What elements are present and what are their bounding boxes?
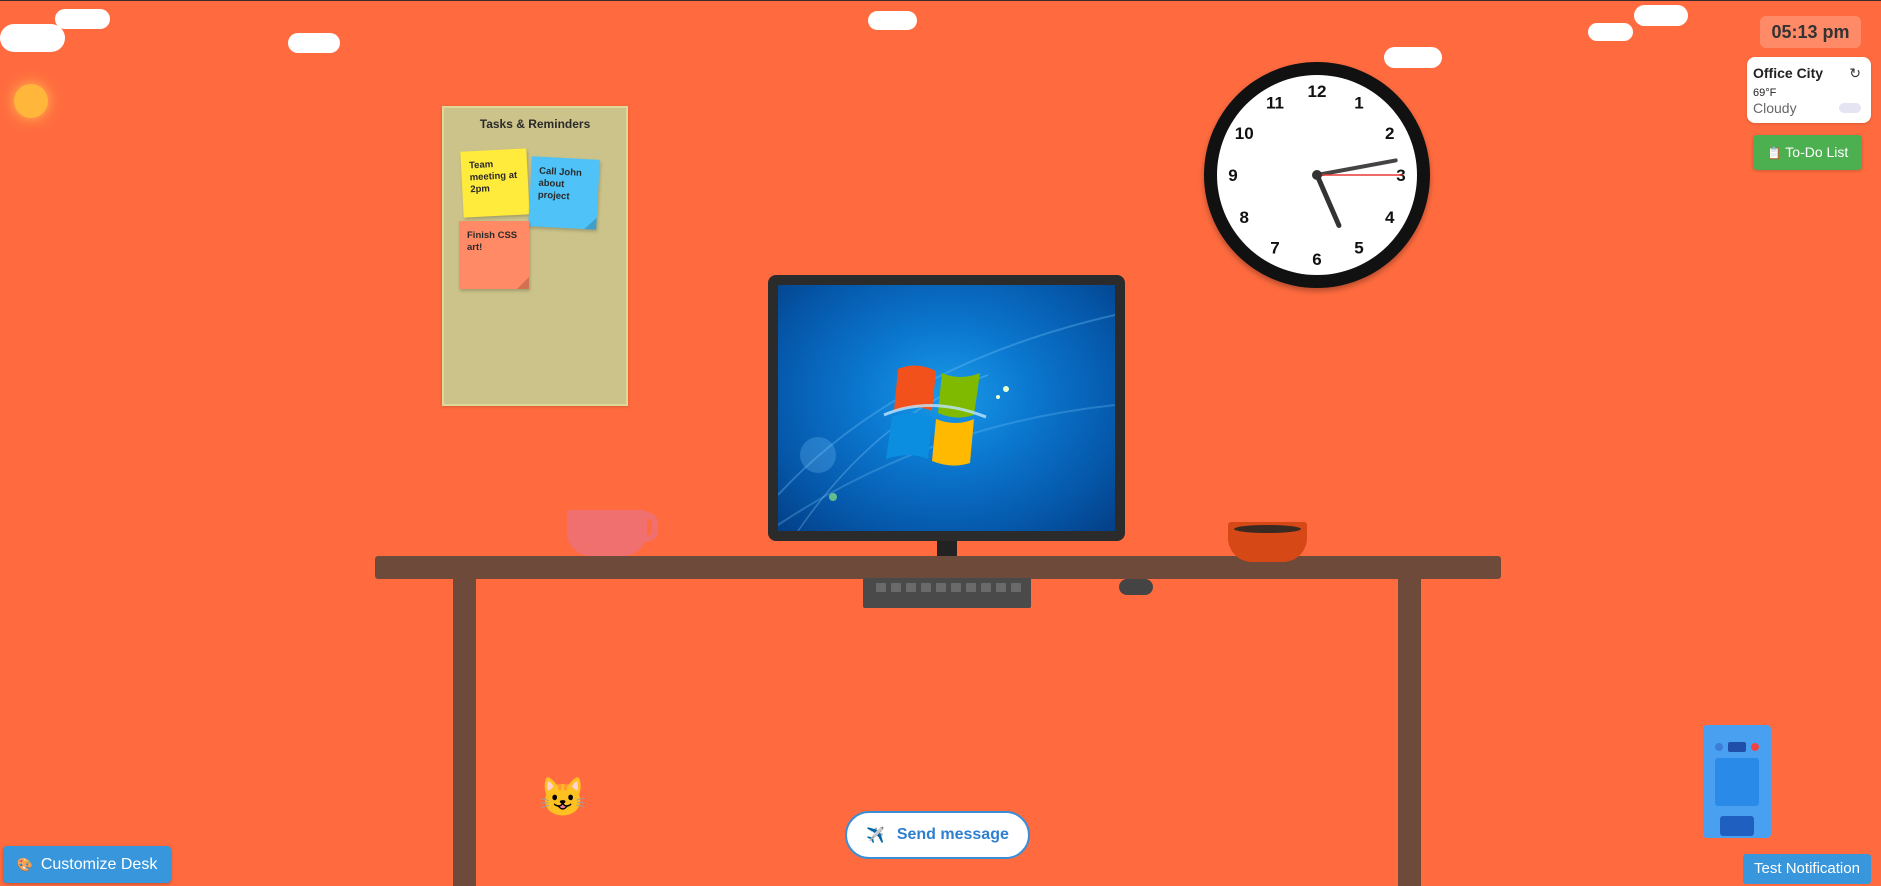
sticky-note[interactable]: Call John about project [528,156,600,230]
clipboard-icon: 📋 [1766,146,1782,160]
test-notification-button[interactable]: Test Notification [1743,854,1871,884]
weather-city: Office City [1753,65,1824,81]
cloud [288,33,340,53]
clock-number: 2 [1385,124,1394,143]
clock-number: 9 [1228,166,1237,185]
cloud [0,24,65,52]
customize-desk-button[interactable]: 🎨 Customize Desk [3,846,171,883]
clock-number: 6 [1312,250,1321,269]
cloud [1588,23,1633,41]
customize-desk-label: Customize Desk [40,855,158,873]
cloud [1634,5,1688,26]
clock-minute-hand [1315,158,1398,177]
keyboard[interactable] [863,578,1031,608]
cloud-icon [1839,103,1861,113]
sun [14,84,48,118]
clock-number: 7 [1270,239,1279,258]
clock-number: 12 [1308,82,1327,101]
sticky-note-text: Team meeting at 2pm [468,159,518,196]
windows-logo-wallpaper [778,314,1115,531]
weather-widget: Office City ↻ 69°F Cloudy [1747,57,1871,123]
wall-clock: 121234567891011 [1204,62,1430,288]
paper-plane-icon: ✈️ [866,827,885,844]
cloud [868,11,917,30]
digital-time: 05:13 pm [1760,16,1861,48]
todo-list-label: To-Do List [1785,144,1849,160]
board-title: Tasks & Reminders [479,117,591,131]
clock-number: 1 [1354,93,1363,112]
sticky-note[interactable]: Team meeting at 2pm [460,148,530,218]
send-message-label: Send message [896,826,1009,843]
clock-number: 8 [1240,208,1249,227]
reminders-board: Tasks & Reminders Team meeting at 2pm Ca… [442,106,628,406]
cloud [55,9,110,29]
palette-icon: 🎨 [16,856,33,872]
mug-handle [640,512,658,542]
refresh-icon[interactable]: ↻ [1849,65,1861,82]
clock-center [1312,170,1322,180]
coffee-mug[interactable] [567,510,647,556]
cat-emoji[interactable]: 😺 [539,776,586,820]
computer-mouse[interactable] [1119,579,1153,595]
send-message-button[interactable]: ✈️ Send message [845,811,1030,859]
clock-number: 11 [1266,93,1284,112]
clock-hour-hand [1314,172,1342,228]
sticky-note-text: Call John about project [537,165,583,203]
bowl-contents [1234,525,1301,533]
monitor-screen[interactable] [778,285,1115,531]
clock-number: 4 [1385,208,1395,227]
monitor [768,275,1125,541]
desk-top [375,556,1501,579]
sticky-note-text: Finish CSS art! [467,230,518,253]
clock-number: 10 [1235,124,1254,143]
desk-leg [453,579,476,886]
desk-leg [1398,579,1421,886]
water-cooler[interactable] [1703,725,1771,838]
sticky-note[interactable]: Finish CSS art! [459,221,529,289]
weather-temp: 69°F [1753,87,1777,99]
clock-number: 5 [1354,239,1363,258]
clock-dial: 121234567891011 [1228,82,1405,269]
todo-list-button[interactable]: 📋 To-Do List [1753,135,1862,170]
top-border [0,0,1881,1]
